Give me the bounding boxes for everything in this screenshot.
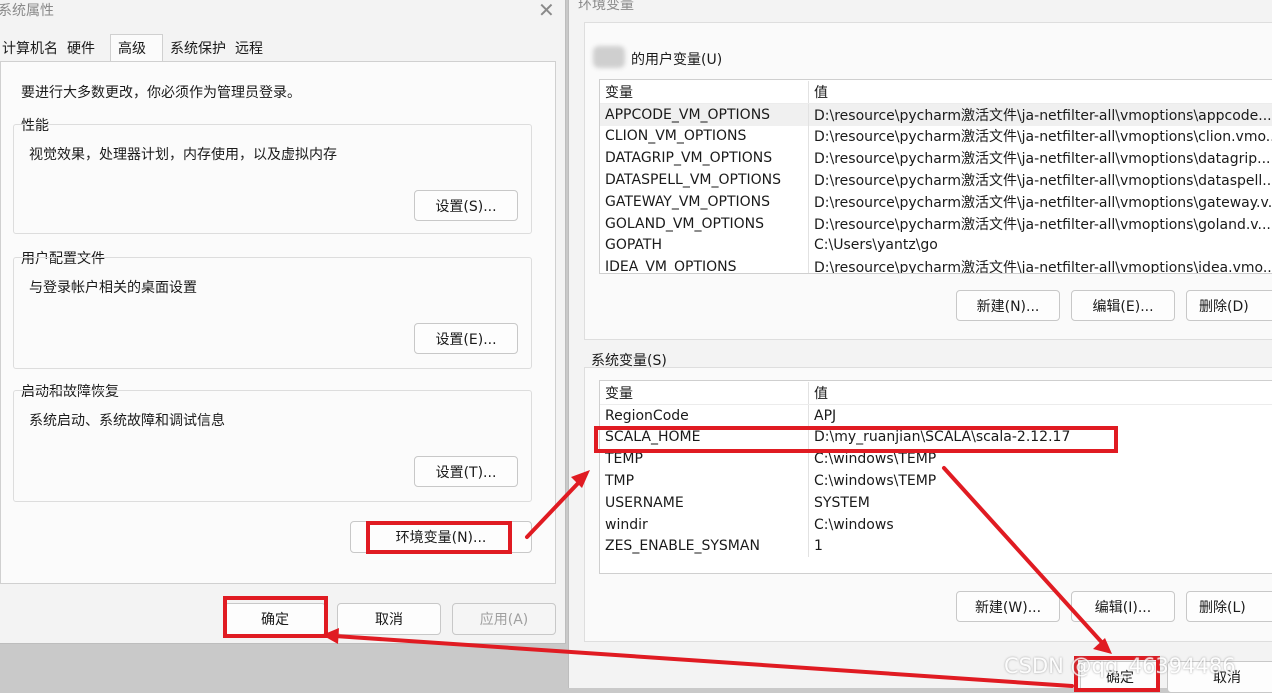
arrow-env-to-scala — [527, 478, 583, 537]
arrow-scala-to-ok — [944, 468, 1106, 647]
arrowhead-icon — [1093, 638, 1112, 654]
watermark: CSDN @qq_46394486 — [1004, 654, 1236, 678]
arrowhead-icon — [322, 628, 339, 644]
annotation-arrows — [0, 0, 1272, 688]
arrow-ok-to-left-ok — [335, 636, 1072, 686]
